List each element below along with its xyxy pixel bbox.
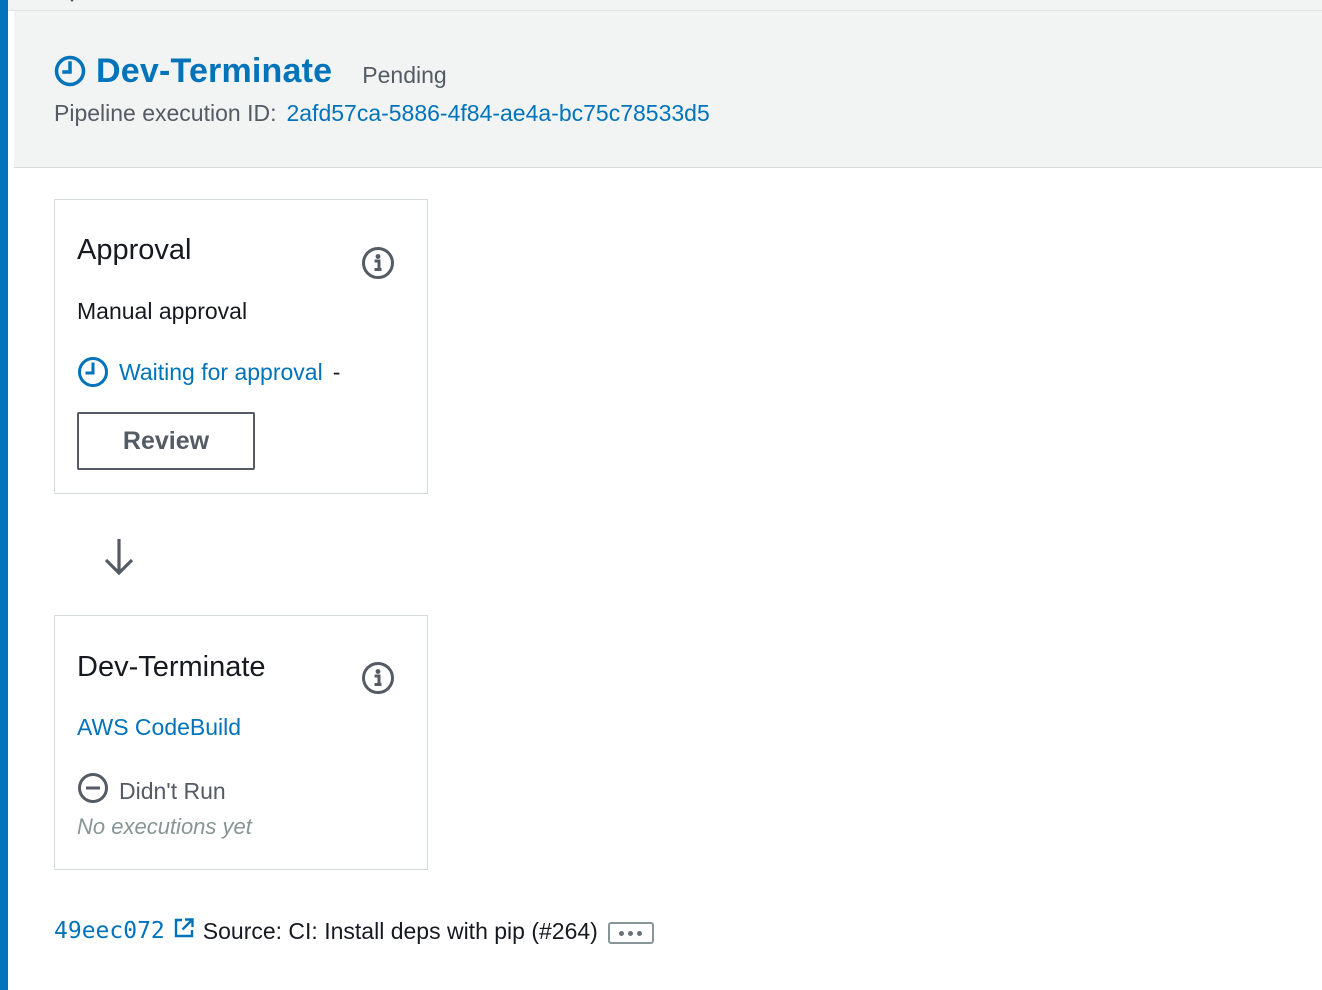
action-status: Didn't Run (119, 777, 226, 804)
selected-stage-accent-bar (0, 0, 8, 990)
stage-title[interactable]: Dev-Terminate (96, 52, 332, 91)
clock-icon (77, 356, 109, 388)
action-status-row: Didn't Run (77, 772, 226, 810)
execution-id-label: Pipeline execution ID: (54, 100, 277, 126)
chevron-down-icon (66, 0, 78, 2)
arrow-down-icon (102, 537, 136, 582)
previous-section-edge (8, 0, 1322, 11)
ellipsis-dot (628, 930, 634, 936)
stage-status: Pending (362, 61, 447, 88)
execution-id-row: Pipeline execution ID: 2afd57ca-5886-4f8… (54, 100, 710, 127)
review-button[interactable]: Review (77, 412, 255, 470)
external-link-icon[interactable] (173, 917, 195, 944)
minus-circle-icon (77, 772, 109, 810)
commit-id-link[interactable]: 49eec072 (54, 918, 165, 944)
ellipsis-icon[interactable] (607, 922, 654, 944)
action-provider: Manual approval (77, 298, 248, 324)
ellipsis-dot (637, 930, 643, 936)
execution-id-link[interactable]: 2afd57ca-5886-4f84-ae4a-bc75c78533d5 (286, 100, 709, 127)
stage-header: Dev-Terminate Pending Pipeline execution… (14, 11, 1322, 168)
stage-title-row: Dev-Terminate Pending (54, 51, 447, 91)
action-status-row: Waiting for approval - (77, 356, 340, 388)
source-commit-message: Source: CI: Install deps with pip (#264) (202, 917, 598, 944)
action-status-suffix: - (332, 358, 341, 385)
action-title: Approval (77, 234, 192, 266)
no-executions-note: No executions yet (77, 814, 252, 839)
info-icon[interactable] (361, 246, 395, 285)
clock-icon (54, 55, 86, 87)
pipeline-stage-page: Dev-Terminate Pending Pipeline execution… (0, 0, 1322, 990)
action-title: Dev-Terminate (77, 651, 266, 683)
action-provider-link[interactable]: AWS CodeBuild (77, 714, 241, 741)
info-icon[interactable] (361, 661, 395, 700)
action-status-link[interactable]: Waiting for approval (119, 359, 323, 386)
approval-action-card: Approval Manual approval Waiting for app… (54, 199, 428, 494)
ellipsis-dot (619, 930, 625, 936)
dev-terminate-action-card: Dev-Terminate AWS CodeBuild Didn't Run N… (54, 615, 428, 870)
source-revision-row: 49eec072 Source: CI: Install deps with p… (54, 913, 654, 949)
